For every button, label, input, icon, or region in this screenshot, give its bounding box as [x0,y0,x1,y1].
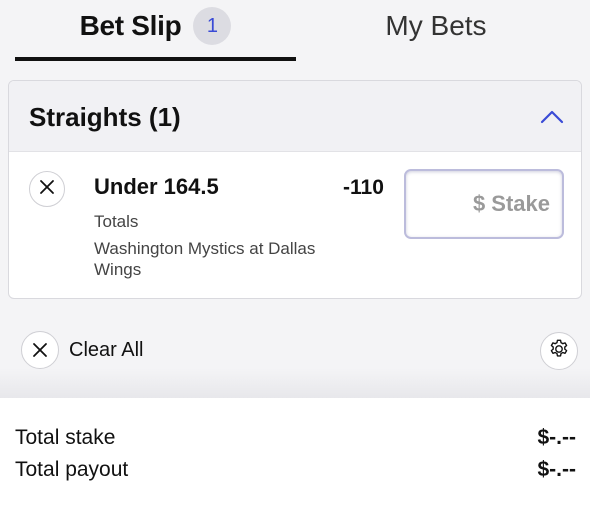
tab-bet-slip[interactable]: Bet Slip 1 [15,0,296,62]
total-payout-value: $-.-- [537,458,577,481]
bet-slip-panel: Bet Slip 1 My Bets Straights (1) Under 1… [0,0,590,508]
settings-button[interactable] [540,332,578,370]
clear-all-button[interactable]: Clear All [21,331,143,369]
tab-bar: Bet Slip 1 My Bets [0,0,590,62]
close-icon [39,179,55,200]
section-title: Straights (1) [29,102,181,132]
straights-header[interactable]: Straights (1) [9,81,581,152]
clear-all-label: Clear All [69,338,144,361]
chevron-up-icon[interactable] [539,105,565,129]
bet-count-badge: 1 [193,7,232,45]
total-stake-value: $-.-- [537,426,577,449]
totals-footer: Total stake $-.-- Total payout $-.-- [0,398,590,508]
straights-card: Straights (1) Under 164.5 Totals Washing… [8,80,582,299]
selection-odds: -110 [343,176,384,199]
scroll-fade [0,368,590,398]
remove-selection-button[interactable] [29,171,65,207]
total-stake-label: Total stake [15,426,116,449]
tab-my-bets[interactable]: My Bets [296,0,576,62]
selection-event: Washington Mystics at Dallas Wings [94,239,316,279]
selection-name: Under 164.5 [94,174,219,199]
active-tab-indicator [15,57,296,61]
tab-bet-slip-label: Bet Slip [79,10,182,41]
tab-my-bets-label: My Bets [385,10,487,41]
total-payout-row: Total payout $-.-- [15,455,576,485]
gear-icon [548,338,570,365]
close-icon [21,331,59,369]
stake-input[interactable] [404,169,564,239]
selection-market: Totals [94,212,139,231]
total-payout-label: Total payout [15,458,129,481]
total-stake-row: Total stake $-.-- [15,423,576,453]
